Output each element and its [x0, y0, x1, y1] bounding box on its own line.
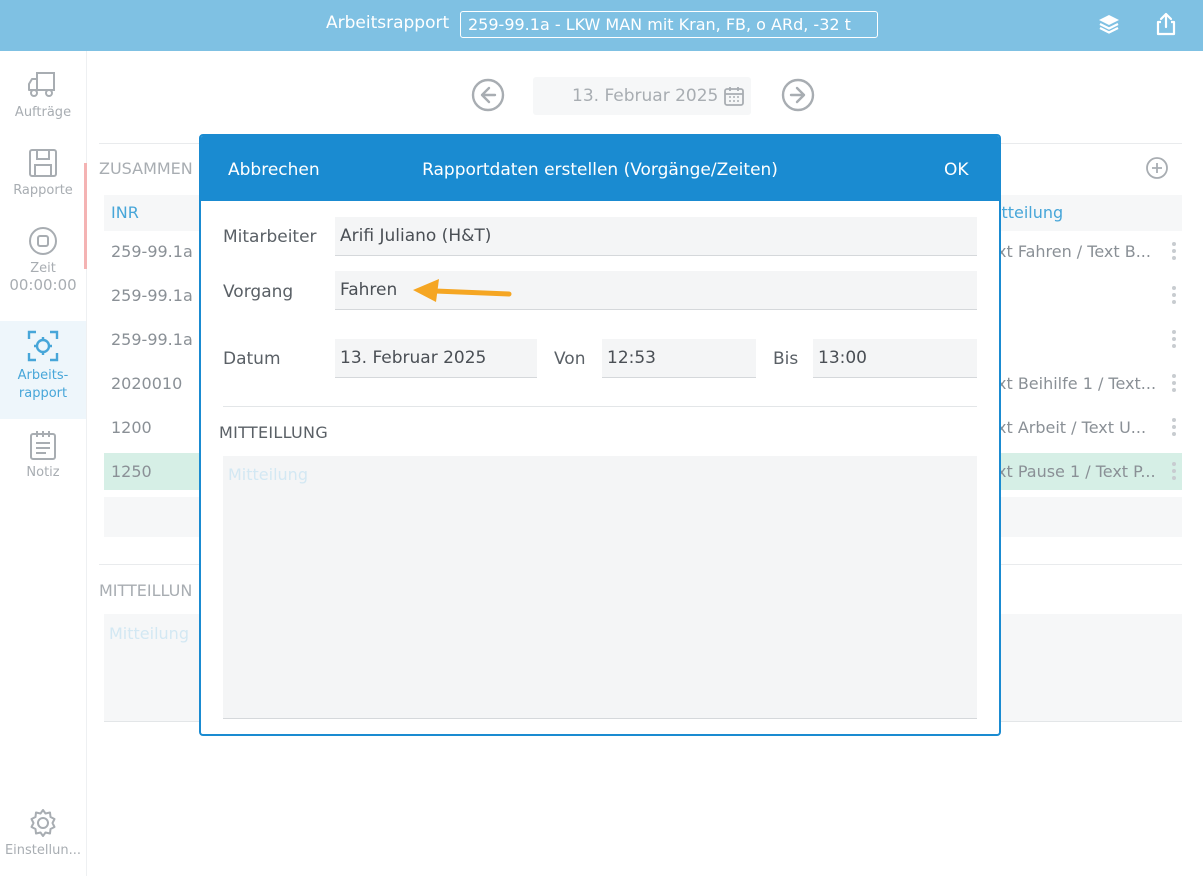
message-label: MITTEILLUNG — [219, 423, 329, 442]
sidebar-item-auftraege[interactable]: Aufträge — [0, 69, 86, 120]
sidebar-item-zeit[interactable]: Zeit 00:00:00 — [0, 225, 86, 294]
row-inr: 259-99.1a — [111, 286, 193, 305]
column-header-inr: INR — [111, 203, 139, 222]
date-field[interactable]: 13. Februar 2025 — [335, 339, 537, 378]
row-inr: 1200 — [111, 418, 152, 437]
scan-icon — [27, 330, 59, 362]
sidebar-item-label: Einstellun... — [4, 843, 82, 858]
next-day-button[interactable] — [781, 78, 815, 116]
to-time-field[interactable]: 13:00 — [813, 339, 977, 378]
row-inr: 259-99.1a — [111, 330, 193, 349]
row-inr: 2020010 — [111, 374, 183, 393]
message-textarea[interactable] — [223, 456, 977, 719]
sidebar-item-label: Rapporte — [13, 183, 73, 198]
from-label: Von — [554, 349, 586, 369]
stop-icon — [29, 227, 57, 255]
sidebar-active-accent — [84, 163, 87, 269]
to-label: Bis — [773, 349, 799, 369]
annotation-arrow-icon — [413, 279, 512, 302]
previous-day-button[interactable] — [471, 78, 505, 116]
report-title-label: Arbeitsrapport — [326, 13, 450, 33]
add-entry-button[interactable] — [1145, 156, 1169, 184]
sidebar-item-label: Arbeits- rapport — [17, 368, 69, 401]
date-picker[interactable]: 13. Februar 2025 — [533, 77, 751, 115]
employee-field[interactable]: Arifi Juliano (H&T) — [335, 217, 977, 256]
row-message: xt Beihilfe 1 / Text... — [997, 374, 1157, 393]
row-inr: 1250 — [111, 462, 152, 481]
row-message: xt Arbeit / Text U... — [997, 418, 1147, 437]
arrow-left-icon — [471, 78, 505, 112]
row-inr: 259-99.1a — [111, 242, 193, 261]
top-bar: Arbeitsrapport 259-99.1a - LKW MAN mit K… — [0, 0, 1203, 51]
sidebar-item-rapporte[interactable]: Rapporte — [0, 147, 86, 198]
current-date: 13. Februar 2025 — [572, 86, 719, 106]
order-selector[interactable]: 259-99.1a - LKW MAN mit Kran, FB, o ARd,… — [460, 11, 878, 38]
more-icon[interactable] — [1172, 286, 1176, 305]
row-message: xt Pause 1 / Text P... — [997, 462, 1156, 481]
sidebar-item-label: Aufträge — [14, 105, 72, 120]
sidebar-item-notiz[interactable]: Notiz — [0, 429, 86, 480]
calendar-icon — [724, 87, 744, 106]
dialog-title: Rapportdaten erstellen (Vorgänge/Zeiten) — [422, 160, 778, 180]
gear-icon — [30, 809, 56, 837]
more-icon[interactable] — [1172, 418, 1176, 437]
message-section-label: MITTEILLUN — [99, 581, 193, 600]
share-icon[interactable] — [1153, 11, 1179, 37]
process-label: Vorgang — [223, 282, 294, 302]
from-time-field[interactable]: 12:53 — [602, 339, 756, 378]
summary-section-label: ZUSAMMEN — [99, 159, 193, 178]
message-placeholder: Mitteilung — [109, 624, 189, 643]
plus-circle-icon — [1146, 157, 1168, 179]
column-header-mitteilung: itteilung — [997, 203, 1064, 222]
ok-button[interactable]: OK — [944, 160, 969, 180]
create-report-dialog: Rapportdaten erstellen (Vorgänge/Zeiten)… — [199, 134, 1001, 736]
sidebar-item-label: Notiz — [26, 465, 60, 480]
date-label: Datum — [223, 349, 281, 369]
layers-icon[interactable] — [1096, 11, 1122, 37]
sidebar-item-arbeitsrapport[interactable]: Arbeits- rapport — [0, 321, 86, 419]
row-message: xt Fahren / Text B... — [997, 242, 1151, 261]
sidebar: Aufträge Rapporte Zeit 00:00:00 Arbeits-… — [0, 51, 87, 876]
sidebar-item-einstellungen[interactable]: Einstellun... — [0, 807, 86, 858]
cancel-button[interactable]: Abbrechen — [228, 160, 320, 180]
timer-value: 00:00:00 — [9, 276, 77, 294]
notepad-icon — [30, 431, 56, 460]
arrow-right-icon — [781, 78, 815, 112]
more-icon[interactable] — [1172, 242, 1176, 261]
employee-label: Mitarbeiter — [223, 227, 317, 247]
dialog-header: Rapportdaten erstellen (Vorgänge/Zeiten)… — [201, 136, 999, 201]
dialog-divider — [223, 406, 977, 407]
more-icon[interactable] — [1172, 330, 1176, 349]
more-icon[interactable] — [1172, 462, 1176, 481]
save-icon — [29, 149, 57, 177]
truck-icon — [28, 72, 55, 97]
more-icon[interactable] — [1172, 374, 1176, 393]
sidebar-item-label: Zeit — [30, 261, 56, 276]
